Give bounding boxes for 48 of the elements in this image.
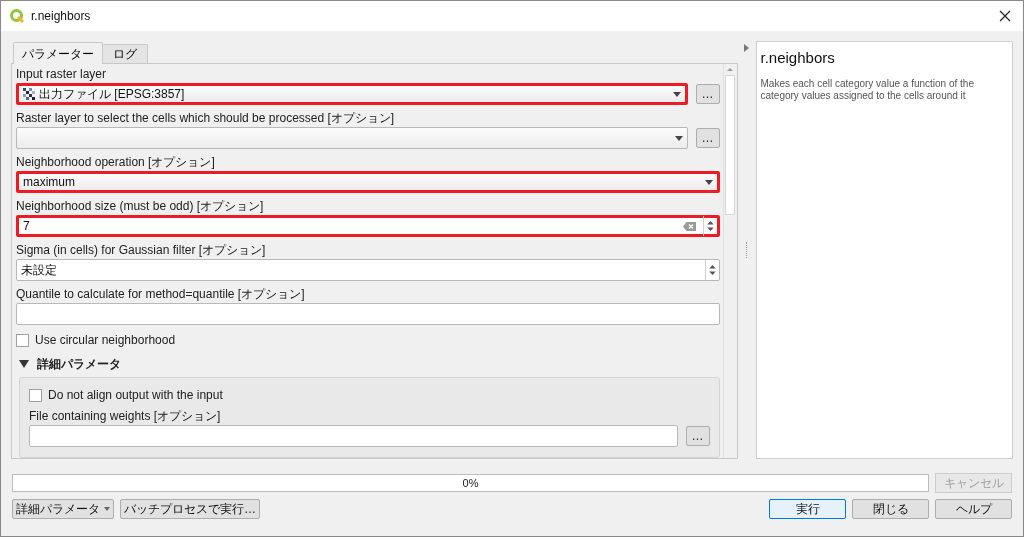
checkbox-label: Do not align output with the input: [48, 387, 223, 404]
field-label: Quantile to calculate for method=quantile [オプション]: [16, 287, 306, 301]
spin-arrows-icon[interactable]: [702, 216, 717, 236]
collapse-triangle-icon[interactable]: [19, 360, 29, 368]
field-value: 出力ファイル [EPSG:3857]: [39, 86, 185, 103]
number-field[interactable]: 7: [16, 215, 720, 237]
window-title: r.neighbors: [31, 8, 91, 25]
number-field[interactable]: 未設定: [16, 259, 720, 281]
text-field[interactable]: [29, 425, 678, 447]
tab[interactable]: ログ: [103, 44, 148, 63]
clear-icon[interactable]: [682, 221, 696, 231]
checkbox-label: Use circular neighborhood: [35, 332, 176, 349]
progress-text: 0%: [462, 475, 479, 491]
dropdown-caret-icon: [672, 91, 681, 97]
footer-button[interactable]: 詳細パラメータ: [12, 499, 114, 519]
footer-button[interactable]: バッチプロセスで実行…: [120, 499, 260, 519]
field-label: Neighborhood operation [オプション]: [16, 155, 216, 169]
field-label: Raster layer to select the cells which should be processed [オプション]: [16, 111, 396, 125]
dialog-button[interactable]: 閉じる: [852, 499, 929, 519]
field-value: maximum: [23, 174, 75, 191]
collapse-arrow-icon[interactable]: [744, 44, 749, 52]
scrollbar[interactable]: [722, 64, 737, 458]
close-icon[interactable]: [999, 10, 1011, 22]
dialog-button[interactable]: ヘルプ: [935, 499, 1012, 519]
dropdown-field[interactable]: 出力ファイル [EPSG:3857]: [16, 83, 688, 105]
field-value: 7: [23, 218, 30, 235]
q-logo-icon: [9, 8, 25, 24]
field-value: 未設定: [21, 262, 57, 279]
browse-button[interactable]: …: [685, 426, 710, 446]
browse-button[interactable]: …: [695, 128, 720, 148]
dropdown-field[interactable]: maximum: [16, 171, 720, 193]
dialog-button[interactable]: 実行: [769, 499, 846, 519]
group-title[interactable]: 詳細パラメータ: [37, 355, 121, 373]
text-field[interactable]: [16, 303, 720, 325]
browse-button[interactable]: …: [695, 84, 720, 104]
field-label: File containing weights [オプション]: [29, 409, 222, 423]
checkbox[interactable]: [16, 333, 29, 347]
help-description: Makes each cell category value a function of the category values assigned to the cells around it: [760, 77, 975, 102]
checkbox[interactable]: [29, 388, 42, 402]
dropdown-caret-icon: [704, 179, 713, 185]
field-label: Input raster layer: [16, 67, 108, 81]
dropdown-field[interactable]: [16, 127, 688, 149]
tab[interactable]: パラメーター: [13, 42, 103, 64]
field-label: Sigma (in cells) for Gaussian filter [オプション]: [16, 243, 267, 257]
spin-arrows-icon[interactable]: [704, 260, 719, 280]
dropdown-caret-icon: [674, 135, 683, 141]
help-title: r.neighbors: [760, 48, 836, 68]
field-label: Neighborhood size (must be odd) [オプション]: [16, 199, 265, 213]
